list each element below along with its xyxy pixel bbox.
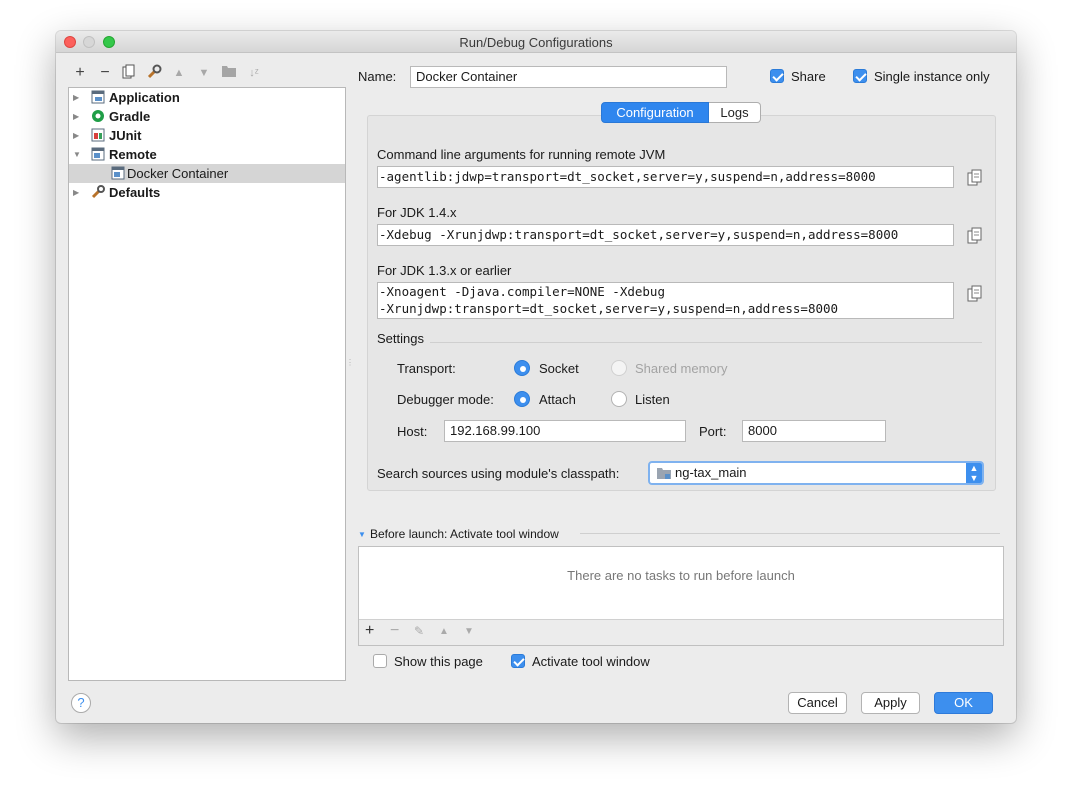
title-bar[interactable]: Run/Debug Configurations xyxy=(56,31,1016,53)
copy-to-clipboard-icon[interactable] xyxy=(967,227,983,245)
remove-icon[interactable]: − xyxy=(96,64,114,82)
show-this-page-label: Show this page xyxy=(394,654,483,669)
wrench-icon xyxy=(91,185,105,199)
gradle-icon xyxy=(92,110,104,122)
share-label: Share xyxy=(791,69,826,84)
jdk14-field[interactable]: -Xdebug -Xrunjdwp:transport=dt_socket,se… xyxy=(377,224,954,246)
mode-attach-label: Attach xyxy=(539,392,576,407)
tab-logs[interactable]: Logs xyxy=(709,102,761,123)
remove-task-icon[interactable]: − xyxy=(390,622,399,640)
name-label: Name: xyxy=(358,69,397,84)
jdk13-line-1: -Xnoagent -Djava.compiler=NONE -Xdebug xyxy=(379,284,665,299)
tree-item-label: Defaults xyxy=(109,185,161,200)
transport-socket-label: Socket xyxy=(539,361,579,376)
tree-item-defaults[interactable]: ▶ Defaults xyxy=(69,183,345,202)
jdk13-line-2: -Xrunjdwp:transport=dt_socket,server=y,s… xyxy=(379,301,839,316)
tasks-toolbar: + − ✎ ▲ ▼ xyxy=(359,619,1003,645)
activate-tool-window-label: Activate tool window xyxy=(532,654,650,669)
host-input[interactable]: 192.168.99.100 xyxy=(444,420,686,442)
move-down-icon[interactable]: ▼ xyxy=(195,64,213,82)
settings-title: Settings xyxy=(377,331,424,346)
cmd-args-label: Command line arguments for running remot… xyxy=(377,147,666,162)
mode-listen-radio[interactable] xyxy=(611,391,627,407)
before-launch-title[interactable]: Before launch: Activate tool window xyxy=(370,527,559,541)
edit-task-icon[interactable]: ✎ xyxy=(414,624,424,638)
settings-separator xyxy=(430,342,982,343)
host-label: Host: xyxy=(397,424,428,439)
expand-arrow-icon[interactable]: ▶ xyxy=(73,183,83,202)
move-task-up-icon[interactable]: ▲ xyxy=(439,626,449,637)
tree-item-application[interactable]: ▶ Application xyxy=(69,88,345,107)
tree-item-label: Gradle xyxy=(109,109,151,124)
transport-shared-memory-radio[interactable] xyxy=(611,360,627,376)
splitter-handle[interactable]: ⋮ xyxy=(346,359,354,377)
copy-icon[interactable] xyxy=(120,64,138,82)
help-button[interactable]: ? xyxy=(71,693,91,713)
jdk14-label: For JDK 1.4.x xyxy=(377,205,457,220)
transport-shared-memory-label: Shared memory xyxy=(635,361,728,376)
module-classpath-value: ng-tax_main xyxy=(675,465,747,480)
move-task-down-icon[interactable]: ▼ xyxy=(464,626,474,637)
copy-to-clipboard-icon[interactable] xyxy=(967,169,983,187)
mode-listen-label: Listen xyxy=(635,392,670,407)
debugger-mode-label: Debugger mode: xyxy=(397,392,494,407)
expand-arrow-icon[interactable]: ▶ xyxy=(73,107,83,126)
add-task-icon[interactable]: + xyxy=(365,622,374,640)
wrench-icon[interactable] xyxy=(145,64,163,82)
select-arrows-icon[interactable]: ▲ ▼ xyxy=(966,463,982,483)
collapse-triangle-icon[interactable]: ▼ xyxy=(358,530,366,539)
jdk13-label: For JDK 1.3.x or earlier xyxy=(377,263,512,278)
expand-arrow-icon[interactable]: ▶ xyxy=(73,126,83,145)
show-this-page-checkbox[interactable] xyxy=(373,654,387,668)
tab-configuration[interactable]: Configuration xyxy=(601,102,709,123)
add-icon[interactable]: + xyxy=(71,64,89,82)
jdk13-field[interactable]: -Xnoagent -Djava.compiler=NONE -Xdebug -… xyxy=(377,282,954,319)
classpath-label: Search sources using module's classpath: xyxy=(377,466,620,481)
transport-label: Transport: xyxy=(397,361,456,376)
module-classpath-select[interactable]: ng-tax_main ▲ ▼ xyxy=(648,461,984,485)
no-tasks-message: There are no tasks to run before launch xyxy=(567,568,795,583)
mode-attach-radio[interactable] xyxy=(514,391,530,407)
ok-button[interactable]: OK xyxy=(934,692,993,714)
folder-icon[interactable] xyxy=(220,64,238,82)
cancel-button[interactable]: Cancel xyxy=(788,692,847,714)
application-icon xyxy=(91,90,105,104)
before-launch-separator xyxy=(580,533,1000,534)
configuration-tree[interactable]: ▶ Application ▶ Gradle ▶ JUnit ▼ Remote … xyxy=(68,87,346,681)
remote-icon xyxy=(91,147,105,161)
single-instance-checkbox[interactable] xyxy=(853,69,867,83)
collapse-arrow-icon[interactable]: ▼ xyxy=(73,145,83,164)
tree-item-docker-container[interactable]: Docker Container xyxy=(69,164,345,183)
port-label: Port: xyxy=(699,424,727,439)
sort-icon[interactable]: ↓ᶻ xyxy=(245,64,263,82)
tree-item-label: Docker Container xyxy=(127,166,229,181)
tree-item-label: Remote xyxy=(109,147,157,162)
move-up-icon[interactable]: ▲ xyxy=(170,64,188,82)
module-folder-icon xyxy=(657,468,671,479)
activate-tool-window-checkbox[interactable] xyxy=(511,654,525,668)
cmd-args-field[interactable]: -agentlib:jdwp=transport=dt_socket,serve… xyxy=(377,166,954,188)
port-input[interactable]: 8000 xyxy=(742,420,886,442)
expand-arrow-icon[interactable]: ▶ xyxy=(73,88,83,107)
run-debug-configurations-dialog: Run/Debug Configurations + − ▲ ▼ ↓ᶻ ▶ Ap… xyxy=(56,31,1016,723)
junit-icon xyxy=(91,128,105,142)
single-instance-label: Single instance only xyxy=(874,69,990,84)
apply-button[interactable]: Apply xyxy=(861,692,920,714)
transport-socket-radio[interactable] xyxy=(514,360,530,376)
share-checkbox[interactable] xyxy=(770,69,784,83)
name-input[interactable]: Docker Container xyxy=(410,66,727,88)
tree-item-remote[interactable]: ▼ Remote xyxy=(69,145,345,164)
tree-item-label: Application xyxy=(109,90,180,105)
before-launch-tasks-list[interactable]: There are no tasks to run before launch … xyxy=(358,546,1004,646)
window-title: Run/Debug Configurations xyxy=(459,35,613,50)
tree-item-label: JUnit xyxy=(109,128,142,143)
tree-item-junit[interactable]: ▶ JUnit xyxy=(69,126,345,145)
tree-item-gradle[interactable]: ▶ Gradle xyxy=(69,107,345,126)
remote-config-icon xyxy=(111,166,125,180)
copy-to-clipboard-icon[interactable] xyxy=(967,285,983,303)
